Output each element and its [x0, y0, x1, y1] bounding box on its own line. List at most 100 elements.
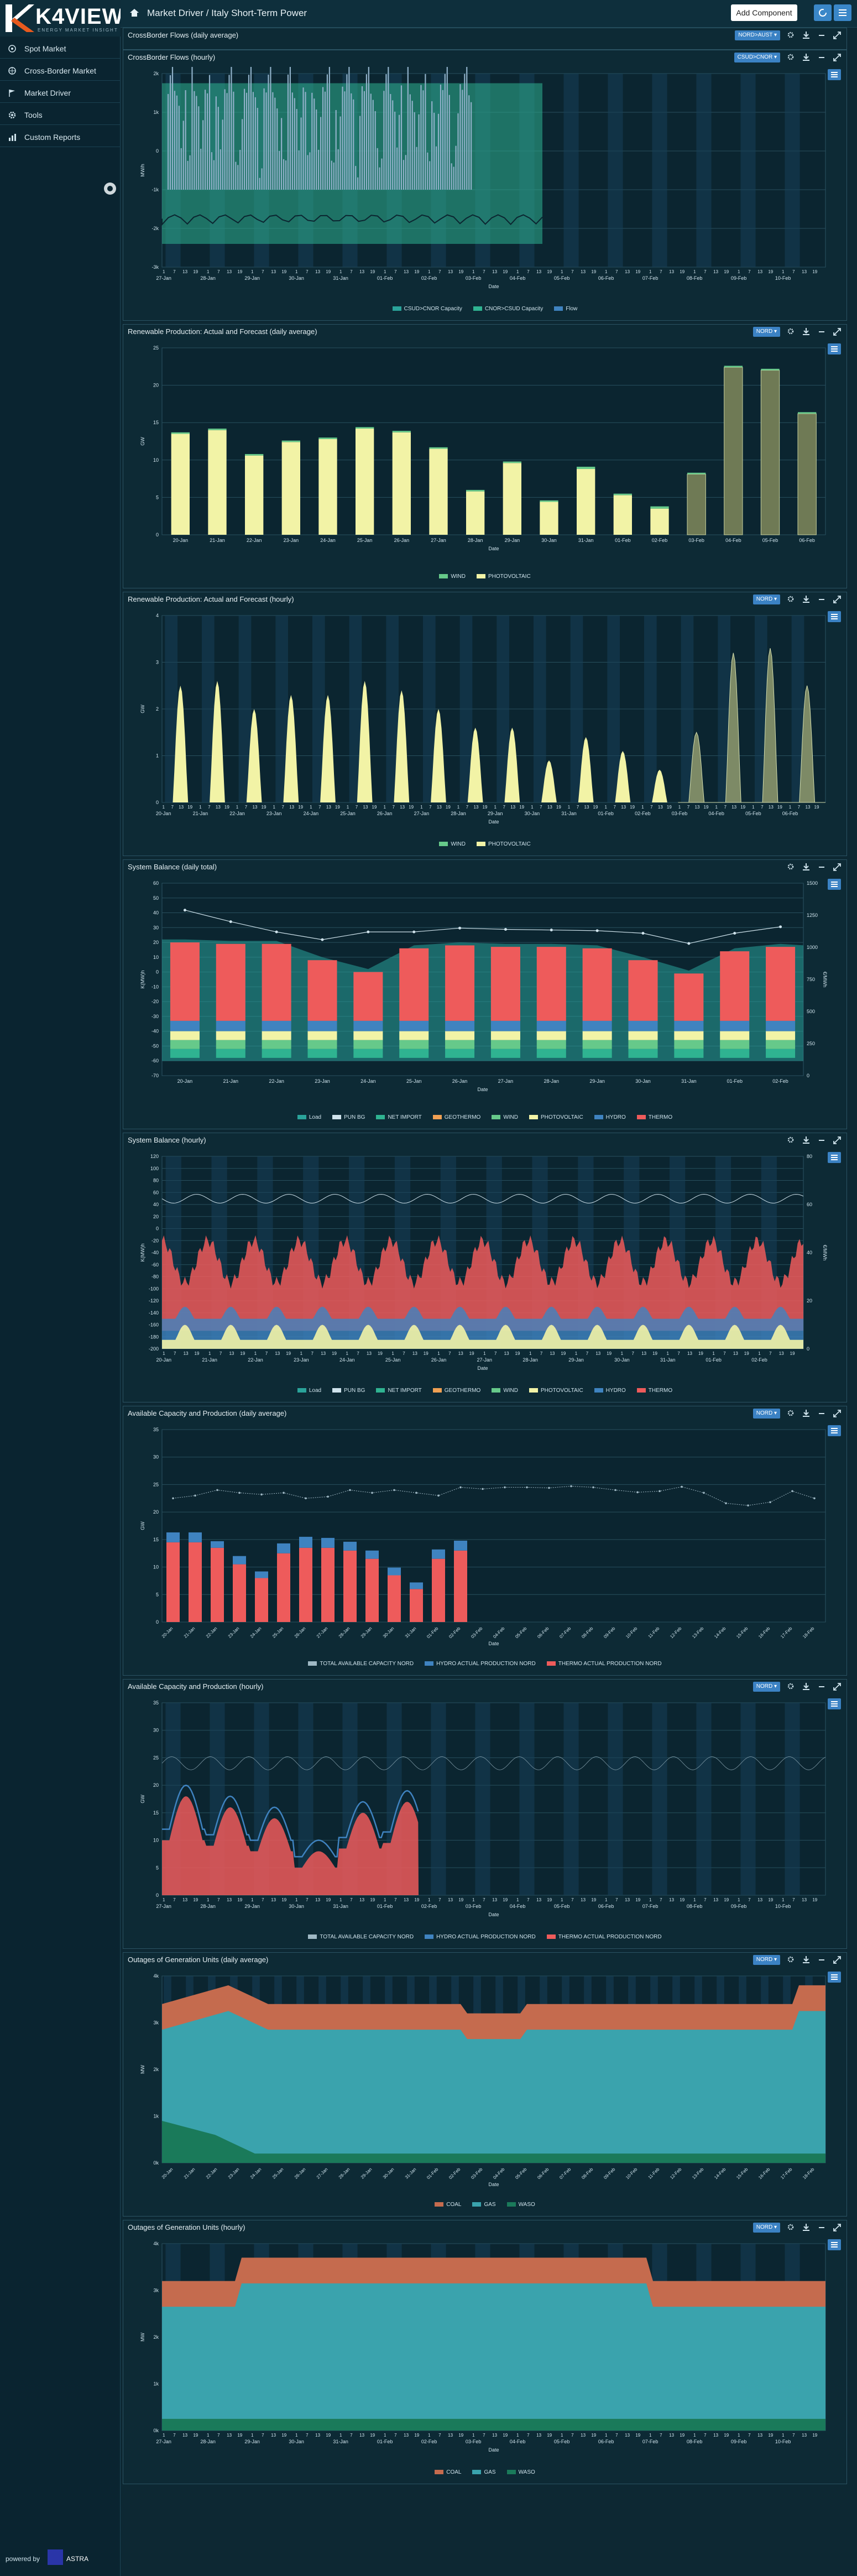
settings-button[interactable]	[786, 327, 796, 336]
x-hour-tick: 7	[220, 1351, 222, 1356]
expand-button[interactable]	[832, 595, 842, 603]
legend-item[interactable]: WIND	[492, 1114, 518, 1120]
settings-button[interactable]	[786, 862, 796, 871]
legend-item[interactable]: HYDRO ACTUAL PRODUCTION NORD	[425, 1661, 536, 1667]
legend-item[interactable]: PUN BG	[332, 1114, 365, 1120]
legend-item[interactable]: HYDRO	[594, 1388, 626, 1394]
download-button[interactable]	[801, 1682, 811, 1691]
legend-item[interactable]: WASO	[506, 2469, 535, 2475]
legend-item[interactable]: GEOTHERMO	[432, 1114, 480, 1120]
minimize-button[interactable]	[817, 1409, 827, 1417]
minimize-button[interactable]	[817, 1955, 827, 1964]
legend-item[interactable]: PHOTOVOLTAIC	[476, 573, 531, 580]
zone-select[interactable]: NORD>AUST ▾	[735, 30, 780, 40]
legend-item[interactable]: GEOTHERMO	[432, 1388, 480, 1394]
settings-button[interactable]	[786, 2223, 796, 2231]
legend-item[interactable]: CSUD>CNOR Capacity	[392, 306, 462, 312]
settings-button[interactable]	[786, 1409, 796, 1417]
legend-item[interactable]: WIND	[492, 1388, 518, 1394]
minimize-button[interactable]	[817, 2223, 827, 2231]
expand-button[interactable]	[832, 862, 842, 871]
sidebar-collapse-button[interactable]	[104, 182, 116, 195]
zone-select[interactable]: CSUD>CNOR ▾	[734, 53, 780, 62]
legend-item[interactable]: PHOTOVOLTAIC	[529, 1388, 583, 1394]
expand-button[interactable]	[832, 1682, 842, 1691]
expand-button[interactable]	[832, 2223, 842, 2231]
legend-item[interactable]: PUN BG	[332, 1388, 365, 1394]
download-button[interactable]	[801, 327, 811, 336]
minimize-button[interactable]	[817, 327, 827, 336]
settings-button[interactable]	[786, 1955, 796, 1964]
download-button[interactable]	[801, 1409, 811, 1417]
sidebar-item-market-driver[interactable]: Market Driver	[0, 83, 121, 103]
legend-item[interactable]: Flow	[554, 306, 577, 312]
download-button[interactable]	[801, 30, 811, 39]
legend-item[interactable]: TOTAL AVAILABLE CAPACITY NORD	[308, 1661, 414, 1667]
settings-button[interactable]	[786, 1135, 796, 1144]
legend-item[interactable]: PHOTOVOLTAIC	[529, 1114, 583, 1120]
thermo-bar	[189, 1542, 202, 1622]
legend-label: Flow	[566, 306, 578, 312]
legend-item[interactable]: THERMO	[636, 1114, 672, 1120]
zone-select[interactable]: NORD ▾	[753, 1682, 780, 1692]
legend-item[interactable]: THERMO ACTUAL PRODUCTION NORD	[546, 1661, 662, 1667]
zone-select[interactable]: NORD ▾	[753, 327, 780, 337]
minimize-button[interactable]	[817, 1135, 827, 1144]
legend-item[interactable]: GAS	[472, 2469, 496, 2475]
logo[interactable]: K4VIEW ENERGY MARKET INSIGHT	[0, 0, 123, 36]
settings-button[interactable]	[786, 30, 796, 39]
legend-item[interactable]: HYDRO ACTUAL PRODUCTION NORD	[425, 1934, 536, 1940]
legend-item[interactable]: Load	[297, 1388, 321, 1394]
legend-item[interactable]: PHOTOVOLTAIC	[476, 841, 531, 847]
menu-button[interactable]	[834, 4, 851, 21]
expand-button[interactable]	[832, 1955, 842, 1964]
minimize-button[interactable]	[817, 862, 827, 871]
minimize-button[interactable]	[817, 30, 827, 39]
legend-item[interactable]: WIND	[439, 841, 466, 847]
x-hour-tick: 7	[571, 1897, 574, 1902]
expand-button[interactable]	[832, 1409, 842, 1417]
legend-item[interactable]: THERMO	[636, 1388, 672, 1394]
zone-select[interactable]: NORD ▾	[753, 595, 780, 604]
sidebar-item-cross-border-market[interactable]: Cross-Border Market	[0, 61, 121, 81]
expand-button[interactable]	[832, 53, 842, 61]
minimize-button[interactable]	[817, 595, 827, 603]
x-tick-label: 22-Jan	[205, 2167, 218, 2180]
home-icon[interactable]	[129, 8, 139, 18]
add-component-button[interactable]: Add Component	[731, 4, 797, 21]
zone-select[interactable]: NORD ▾	[753, 1409, 780, 1419]
legend-item[interactable]: NET IMPORT	[376, 1388, 422, 1394]
zone-select[interactable]: NORD ▾	[753, 1955, 780, 1965]
legend-item[interactable]: Load	[297, 1114, 321, 1120]
legend-item[interactable]: COAL	[435, 2202, 461, 2208]
legend-item[interactable]: TOTAL AVAILABLE CAPACITY NORD	[308, 1934, 414, 1940]
legend-item[interactable]: GAS	[472, 2202, 496, 2208]
expand-button[interactable]	[832, 327, 842, 336]
zone-select[interactable]: NORD ▾	[753, 2223, 780, 2233]
legend-item[interactable]: HYDRO	[594, 1114, 626, 1120]
expand-button[interactable]	[832, 1135, 842, 1144]
sidebar-item-custom-reports[interactable]: Custom Reports	[0, 127, 121, 147]
settings-button[interactable]	[786, 53, 796, 61]
sidebar-item-spot-market[interactable]: Spot Market	[0, 39, 121, 59]
legend-item[interactable]: CNOR>CSUD Capacity	[473, 306, 543, 312]
expand-button[interactable]	[832, 30, 842, 39]
download-button[interactable]	[801, 53, 811, 61]
download-button[interactable]	[801, 2223, 811, 2231]
x-hour-tick: 19	[547, 2433, 552, 2438]
legend-item[interactable]: NET IMPORT	[376, 1114, 422, 1120]
legend-item[interactable]: THERMO ACTUAL PRODUCTION NORD	[546, 1934, 662, 1940]
download-button[interactable]	[801, 1955, 811, 1964]
minimize-button[interactable]	[817, 1682, 827, 1691]
legend-item[interactable]: COAL	[435, 2469, 461, 2475]
download-button[interactable]	[801, 595, 811, 603]
settings-button[interactable]	[786, 595, 796, 603]
legend-item[interactable]: WASO	[506, 2202, 535, 2208]
settings-button[interactable]	[786, 1682, 796, 1691]
download-button[interactable]	[801, 1135, 811, 1144]
refresh-button[interactable]	[814, 4, 832, 21]
legend-item[interactable]: WIND	[439, 573, 466, 580]
download-button[interactable]	[801, 862, 811, 871]
sidebar-item-tools[interactable]: Tools	[0, 105, 121, 125]
minimize-button[interactable]	[817, 53, 827, 61]
